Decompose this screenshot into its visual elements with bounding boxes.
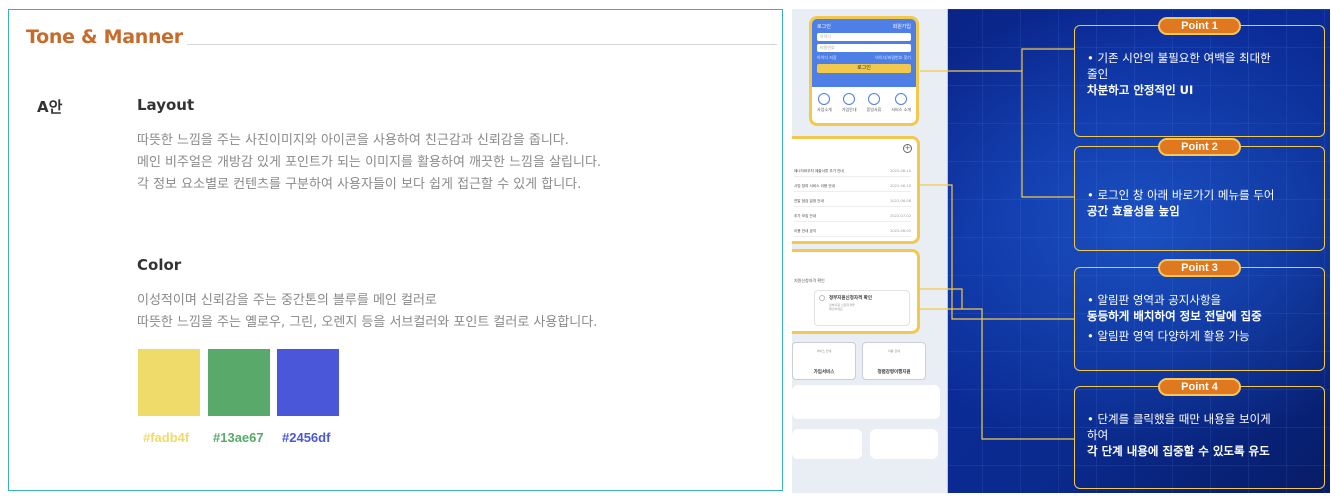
- color-description: 이성적이며 신뢰감을 주는 중간톤의 블루를 메인 컬러로 따뜻한 느낌을 주는…: [137, 290, 597, 334]
- point-box-4: Point 4 • 단계를 클릭했을 때만 내용을 보이게 하여 각 단계 내용…: [1074, 378, 1325, 489]
- board-item[interactable]: 정부지원신청자격 확인 정부지원 신청자격을 확인하세요: [814, 290, 910, 326]
- id-input[interactable]: 아이디: [817, 33, 911, 41]
- color-heading: Color: [137, 256, 182, 274]
- notice-row[interactable]: 연말 점검 일정 안내 2022-06-08: [794, 199, 911, 207]
- color-swatch-yellow: [138, 349, 200, 416]
- title-divider: [187, 44, 777, 45]
- board-label: 지원신청자격 확인: [794, 278, 825, 283]
- point-label: Point 1: [1158, 17, 1241, 35]
- shortcut-label: 가입안내: [841, 107, 857, 112]
- notice-board-card: 지원신청자격 확인 정부지원신청자격 확인 정부지원 신청자격을 확인하세요: [792, 249, 920, 334]
- ui-points-panel: 서비스 안내 가입서비스 이용 안내 청렴강령이행지원 로그인 회원가입 아이디…: [792, 9, 1330, 493]
- section-title: Tone & Manner: [26, 26, 183, 48]
- password-input[interactable]: 비밀번호: [817, 44, 911, 52]
- service-box[interactable]: 이용 안내 청렴강령이행지원: [862, 342, 926, 380]
- color-swatch-blue: [277, 349, 339, 416]
- save-id-checkbox[interactable]: 아이디 저장: [817, 55, 837, 61]
- board-item-title: 정부지원신청자격 확인: [829, 296, 872, 301]
- layout-line: 각 정보 요소별로 컨텐츠를 구분하여 사용자들이 보다 쉽게 접근할 수 있게…: [137, 177, 582, 192]
- shortcut-item[interactable]: 사업소개: [817, 93, 832, 113]
- hex-label-green: #13ae67: [213, 430, 264, 445]
- check-icon: [819, 295, 825, 301]
- find-account-link[interactable]: 아이디/비밀번호 찾기: [875, 55, 911, 61]
- login-button[interactable]: 로그인: [817, 64, 911, 73]
- notice-row[interactable]: 추가 모집 안내 2022-07-02: [794, 214, 911, 222]
- user-icon: [843, 93, 856, 105]
- notice-row[interactable]: 에너지바우처 제출서류 추가 안내 2022-06-10: [794, 169, 911, 177]
- point-text: • 알림판 영역과 공지사항을 동등하게 배치하여 정보 전달에 집중 • 알림…: [1087, 293, 1262, 343]
- notice-card: + 에너지바우처 제출서류 추가 안내 2022-06-10 사업 참여 서비스 …: [792, 136, 920, 244]
- shortcut-menu: 사업소개 가입안내 증빙서류 서비스 소개: [812, 87, 916, 113]
- shortcut-item[interactable]: 가입안내: [842, 93, 857, 113]
- layout-line: 따뜻한 느낌을 주는 사진이미지와 아이콘을 사용하여 친근감과 신뢰감을 줍니…: [137, 133, 569, 148]
- hex-label-yellow: #fadb4f: [143, 430, 190, 445]
- shortcut-label: 사업소개: [817, 107, 832, 112]
- layout-heading: Layout: [137, 96, 195, 114]
- login-card: 로그인 회원가입 아이디 비밀번호 아이디 저장 아이디/비밀번호 찾기 로그인…: [809, 16, 919, 126]
- shortcut-label: 증빙서류: [866, 107, 882, 112]
- shortcut-label: 서비스 소개: [891, 107, 911, 112]
- point-text: • 단계를 클릭했을 때만 내용을 보이게 하여 각 단계 내용에 집중할 수 …: [1087, 412, 1271, 458]
- layout-line: 메인 비주얼은 개방감 있게 포인트가 되는 이미지를 활용하여 깨끗한 느낌을…: [137, 155, 602, 170]
- point-box-3: Point 3 • 알림판 영역과 공지사항을 동등하게 배치하여 정보 전달에…: [1074, 259, 1325, 371]
- point-label: Point 3: [1158, 259, 1241, 277]
- board-item-sub: 정부지원 신청자격을 확인하세요: [829, 303, 855, 311]
- service-sub: 이용 안내: [888, 349, 900, 353]
- business-icon: [818, 93, 831, 105]
- login-title: 로그인: [817, 24, 831, 30]
- color-swatch-green: [208, 349, 270, 416]
- search-box: [792, 385, 940, 419]
- service-box[interactable]: 서비스 안내 가입서비스: [792, 342, 856, 380]
- point-label: Point 2: [1158, 138, 1241, 156]
- plan-label: A안: [37, 98, 63, 116]
- hex-label-blue: #2456df: [282, 430, 331, 445]
- signup-link[interactable]: 회원가입: [893, 23, 911, 30]
- color-line: 이성적이며 신뢰감을 주는 중간톤의 블루를 메인 컬러로: [137, 293, 437, 308]
- point-text: • 로그인 창 아래 바로가기 메뉴를 두어 공간 효율성을 높임: [1087, 188, 1275, 218]
- ios-download-box: [870, 429, 938, 459]
- point-box-2: Point 2 • 로그인 창 아래 바로가기 메뉴를 두어 공간 효율성을 높…: [1074, 138, 1325, 251]
- notice-row[interactable]: 사업 참여 서비스 이용 안내 2022-06-10: [794, 184, 911, 192]
- service-sub: 서비스 안내: [816, 349, 832, 353]
- shortcut-item[interactable]: 증빙서류: [866, 93, 882, 113]
- color-line: 따뜻한 느낌을 주는 옐로우, 그린, 오렌지 등을 서브컬러와 포인트 컬러로…: [137, 315, 598, 330]
- point-label: Point 4: [1158, 378, 1241, 396]
- app-download-box: [792, 429, 862, 459]
- document-icon: [867, 93, 880, 105]
- shortcut-item[interactable]: 서비스 소개: [891, 93, 911, 113]
- layout-description: 따뜻한 느낌을 주는 사진이미지와 아이콘을 사용하여 친근감과 신뢰감을 줍니…: [137, 130, 601, 196]
- point-box-1: Point 1 • 기존 시안의 불필요한 여백을 최대한 줄인 차분하고 안정…: [1074, 17, 1325, 137]
- service-title: 가입서비스: [813, 370, 835, 375]
- service-title: 청렴강령이행지원: [877, 370, 911, 375]
- monitor-icon: [895, 93, 908, 105]
- add-icon[interactable]: +: [903, 144, 912, 153]
- notice-row[interactable]: 이용 안내 공지 2022-06-05: [794, 229, 911, 237]
- tone-manner-panel: Tone & Manner A안 Layout 따뜻한 느낌을 주는 사진이미지…: [8, 9, 783, 491]
- point-text: • 기존 시안의 불필요한 여백을 최대한 줄인 차분하고 안정적인 UI: [1087, 51, 1271, 97]
